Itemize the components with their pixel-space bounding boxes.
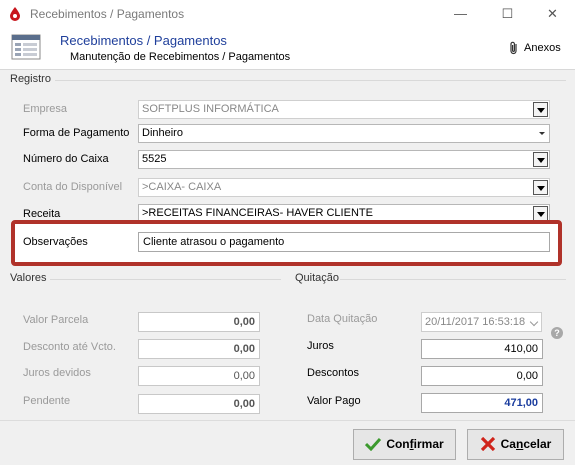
conta-disponivel-label: Conta do Disponível [23,181,123,193]
app-drop-icon [10,7,20,21]
pendente-label: Pendente [23,395,71,407]
maximize-button[interactable]: ☐ [485,0,530,27]
juros-label: Juros [307,340,334,352]
desconto-vcto-label: Desconto até Vcto. [23,341,116,353]
minimize-button[interactable]: — [438,0,483,27]
forma-pagamento-value: Dinheiro [142,127,183,139]
forma-pagamento-label: Forma de Pagamento [23,127,130,139]
window-titlebar: Recebimentos / Pagamentos — ☐ ✕ [0,0,575,27]
close-button[interactable]: ✕ [530,0,575,27]
conta-disponivel-dropdown-arrow-icon[interactable] [533,180,548,195]
form-header: Recebimentos / Pagamentos Manutenção de … [0,27,575,70]
conta-disponivel-select[interactable]: >CAIXA- CAIXA [138,178,550,197]
numero-caixa-dropdown-arrow-icon[interactable] [533,152,548,167]
footer-bar: Confirmar Cancelar [0,420,575,465]
empresa-dropdown-arrow-icon[interactable] [533,102,548,117]
cancel-x-icon [480,436,495,451]
pendente-field: 0,00 [138,394,260,414]
juros-input[interactable]: 410,00 [421,339,543,359]
data-quitacao-picker[interactable]: 20/11/2017 16:53:18 [421,312,542,332]
registro-divider [55,80,566,81]
confirmar-label-prefix: Con [386,437,410,451]
valor-parcela-field: 0,00 [138,312,260,332]
cancelar-label-suffix: celar [523,437,552,451]
descontos-input[interactable]: 0,00 [421,366,543,386]
empresa-select[interactable]: SOFTPLUS INFORMÁTICA [138,100,550,119]
descontos-label: Descontos [307,367,359,379]
checkmark-icon [365,437,382,451]
data-quitacao-value: 20/11/2017 16:53:18 [425,316,526,328]
valor-pago-field: 471,00 [421,393,543,413]
valores-legend: Valores [10,272,47,284]
numero-caixa-label: Número do Caixa [23,153,109,165]
juros-devidos-field: 0,00 [138,366,260,386]
registro-legend: Registro [10,73,51,85]
forma-pagamento-chevron-icon[interactable] [539,132,545,135]
window-title: Recebimentos / Pagamentos [30,7,185,21]
confirmar-label-suffix: irmar [413,437,444,451]
observacoes-label: Observações [23,236,88,248]
quitacao-divider [340,279,566,280]
numero-caixa-value: 5525 [142,153,167,165]
form-title: Recebimentos / Pagamentos [60,33,227,48]
anexos-button[interactable]: Anexos [508,41,561,55]
numero-caixa-select[interactable]: 5525 [138,150,550,169]
empresa-value: SOFTPLUS INFORMÁTICA [142,103,279,115]
confirmar-button[interactable]: Confirmar [353,429,456,460]
cancelar-label-prefix: Ca [500,437,516,451]
valor-parcela-label: Valor Parcela [23,314,89,326]
form-window-icon [11,34,41,60]
juros-devidos-label: Juros devidos [23,367,91,379]
observacoes-input[interactable]: Cliente atrasou o pagamento [138,232,550,252]
desconto-vcto-field: 0,00 [138,339,260,359]
anexos-label: Anexos [524,41,561,54]
quitacao-legend: Quitação [295,272,340,284]
date-dropdown-chevron-icon[interactable] [529,317,539,327]
empresa-label: Empresa [23,103,68,115]
conta-disponivel-value: >CAIXA- CAIXA [142,181,222,193]
paperclip-icon [510,41,517,55]
receita-dropdown-arrow-icon[interactable] [533,206,548,221]
receita-value: >RECEITAS FINANCEIRAS- HAVER CLIENTE [142,207,373,219]
receita-label: Receita [23,208,61,220]
cancelar-button[interactable]: Cancelar [467,429,564,460]
valor-pago-label: Valor Pago [307,395,361,407]
forma-pagamento-select[interactable]: Dinheiro [138,124,550,143]
help-icon[interactable]: ? [551,327,563,339]
form-subtitle: Manutenção de Recebimentos / Pagamentos [70,51,291,63]
valores-divider [50,279,281,280]
data-quitacao-label: Data Quitação [307,313,378,325]
